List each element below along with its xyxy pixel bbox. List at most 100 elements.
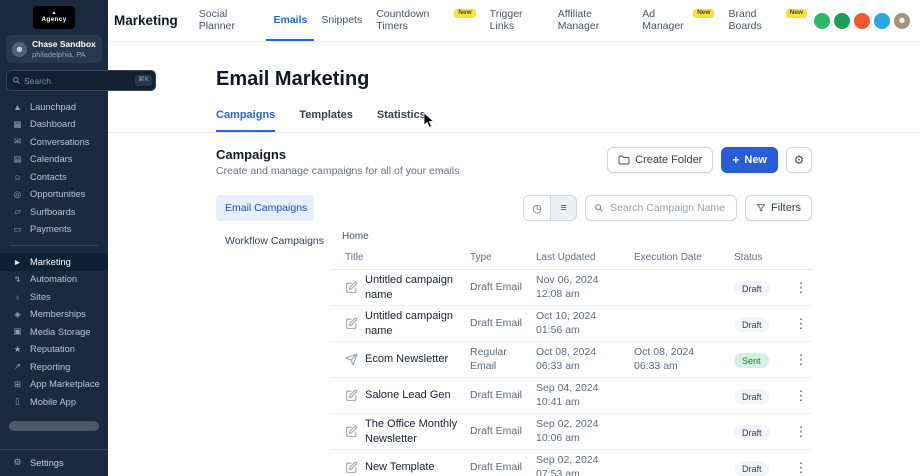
sidebar: ▲ Agency ☻ Chase Sandbox philadelphia, P… [0, 0, 170, 476]
sidebar-item-payments[interactable]: ▭ Payments [0, 221, 108, 239]
table-row[interactable]: Salone Lead Gen Draft Email Sep 04, 2024… [330, 378, 812, 414]
tab-social-planner[interactable]: Social Planner [192, 0, 267, 41]
create-folder-button[interactable]: Create Folder [607, 147, 714, 173]
tab-templates[interactable]: Templates [299, 109, 353, 132]
sidebar-item-opportunities[interactable]: ◎ Opportunities [0, 186, 108, 204]
settings-label: Settings [30, 457, 64, 468]
tab-trigger-links[interactable]: Trigger Links [483, 0, 551, 41]
sidebar-search-row: ⌘K + [6, 70, 170, 91]
campaign-search-input[interactable] [610, 202, 731, 214]
row-menu-button[interactable]: ⋮ [790, 280, 812, 296]
sidebar-item-automation[interactable]: ↯ Automation [0, 271, 108, 289]
campaign-title: New Template [365, 461, 435, 474]
row-menu-button[interactable]: ⋮ [790, 460, 812, 476]
row-menu-button[interactable]: ⋮ [790, 388, 812, 404]
agency-logo-label: Agency [41, 16, 67, 24]
page-head: Email Marketing [216, 42, 812, 91]
avatar-user[interactable]: ☻ [894, 12, 910, 29]
campaign-title: Untitled campaign name [365, 310, 454, 337]
tab-statistics[interactable]: Statistics [377, 109, 426, 132]
avatar-green[interactable] [814, 12, 830, 29]
list-view-button[interactable]: ≡ [550, 196, 577, 220]
sidebar-item-sites[interactable]: ♁ Sites [0, 288, 108, 306]
main-content: Marketing Social Planner Emails Snippets… [108, 0, 920, 476]
table-row[interactable]: Ecom Newsletter Regular Email Oct 08, 20… [330, 342, 812, 378]
sidebar-item-launchpad[interactable]: ▲ Launchpad [0, 98, 108, 116]
col-execution-date: Execution Date [634, 252, 702, 263]
settings-gear-button[interactable]: ⚙ [786, 147, 812, 173]
table-row[interactable]: New Template Draft Email Sep 02, 2024 07… [330, 450, 812, 476]
sidebar-item-dashboard[interactable]: ▦ Dashboard [0, 116, 108, 134]
sidebar-item-app-marketplace[interactable]: ⊞ App Marketplace [0, 376, 108, 394]
view-toggle: ◷ ≡ [523, 195, 578, 221]
sidebar-item-contacts[interactable]: ☺ Contacts [0, 168, 108, 186]
sidebar-item-memberships[interactable]: ◈ Memberships [0, 306, 108, 324]
tab-affiliate-manager[interactable]: Affiliate Manager [551, 0, 635, 41]
page-title: Email Marketing [216, 68, 370, 90]
table-row[interactable]: Untitled campaign name Draft Email Nov 0… [330, 270, 812, 306]
table-row[interactable]: The Office Monthly Newsletter Draft Emai… [330, 414, 812, 450]
sidebar-item-conversations[interactable]: ✉ Conversations [0, 133, 108, 151]
campaign-title-cell: New Template [330, 460, 470, 474]
breadcrumb[interactable]: Home [342, 231, 812, 242]
sidebar-item-surfboards[interactable]: ▱ Surfboards [0, 203, 108, 221]
send-icon [345, 353, 358, 366]
agency-logo[interactable]: ▲ Agency [33, 6, 75, 29]
table-header: Title Type Last Updated Execution Date S… [330, 246, 812, 270]
chart-icon: ↗ [13, 361, 22, 372]
phone-icon: ▯ [15, 396, 20, 407]
subnav-email-campaigns[interactable]: Email Campaigns [216, 195, 314, 221]
list-toolbar: ◷ ≡ Filters [330, 195, 812, 221]
sidebar-item-media-storage[interactable]: ▣ Media Storage [0, 323, 108, 341]
history-view-button[interactable]: ◷ [524, 196, 551, 220]
campaign-title-cell: Untitled campaign name [330, 273, 470, 302]
avatar-orange[interactable] [854, 12, 870, 29]
topbar: Marketing Social Planner Emails Snippets… [108, 0, 920, 42]
sidebar-item-calendars[interactable]: ▤ Calendars [0, 151, 108, 169]
filters-button[interactable]: Filters [745, 195, 812, 221]
campaign-title: The Office Monthly Newsletter [365, 418, 458, 445]
topbar-title: Marketing [114, 13, 178, 28]
row-menu-button[interactable]: ⋮ [790, 316, 812, 332]
row-menu-button[interactable]: ⋮ [790, 424, 812, 440]
sidebar-item-marketing[interactable]: ► Marketing [0, 253, 108, 271]
tab-emails[interactable]: Emails [266, 0, 315, 41]
row-menu-button[interactable]: ⋮ [790, 352, 812, 368]
tab-countdown-timers[interactable]: Countdown Timers New [369, 0, 482, 41]
campaign-type: Draft Email [470, 280, 522, 293]
tab-ad-manager[interactable]: Ad Manager New [635, 0, 721, 41]
campaign-search[interactable] [585, 195, 738, 221]
sidebar-item-reputation[interactable]: ★ Reputation [0, 341, 108, 359]
avatar-green-dark[interactable] [834, 12, 850, 29]
sidebar-item-reporting[interactable]: ↗ Reporting [0, 358, 108, 376]
tab-snippets[interactable]: Snippets [314, 0, 369, 41]
campaign-title: Untitled campaign name [365, 274, 454, 301]
campaign-title-cell: The Office Monthly Newsletter [330, 417, 470, 446]
marketplace-icon: ⊞ [13, 378, 22, 389]
subnav-workflow-campaigns[interactable]: Workflow Campaigns [216, 228, 324, 254]
sidebar-item-mobile-app[interactable]: ▯ Mobile App [0, 393, 108, 411]
tab-campaigns[interactable]: Campaigns [216, 109, 276, 132]
tab-brand-boards[interactable]: Brand Boards New [721, 0, 814, 41]
dashboard-grid-icon: ▦ [13, 118, 22, 129]
compose-icon [345, 461, 358, 474]
account-avatar-icon: ☻ [12, 41, 27, 57]
media-icon: ▣ [13, 326, 22, 337]
campaign-title-cell: Salone Lead Gen [330, 388, 470, 402]
sidebar-item-settings[interactable]: ⚙ Settings [0, 449, 108, 476]
avatar-blue[interactable] [874, 12, 890, 29]
campaign-title: Salone Lead Gen [365, 389, 451, 402]
table-row[interactable]: Untitled campaign name Draft Email Oct 1… [330, 306, 812, 342]
campaign-last-updated: Nov 06, 2024 12:08 am [536, 273, 599, 300]
account-location: philadelphia, PA [32, 49, 86, 59]
surfboard-icon: ▱ [14, 206, 21, 217]
account-switcher[interactable]: ☻ Chase Sandbox philadelphia, PA [6, 35, 102, 63]
campaign-last-updated: Sep 02, 2024 10:06 am [536, 417, 599, 444]
status-badge: Draft [734, 389, 770, 404]
campaign-last-updated: Oct 08, 2024 06:33 am [536, 345, 597, 372]
campaigns-body: Email Campaigns Workflow Campaigns ◷ ≡ S… [216, 195, 812, 476]
new-button[interactable]: + New [721, 147, 778, 173]
membership-badge-icon: ◈ [14, 308, 21, 319]
status-badge: Draft [734, 281, 770, 296]
campaign-title: Ecom Newsletter [365, 353, 449, 366]
